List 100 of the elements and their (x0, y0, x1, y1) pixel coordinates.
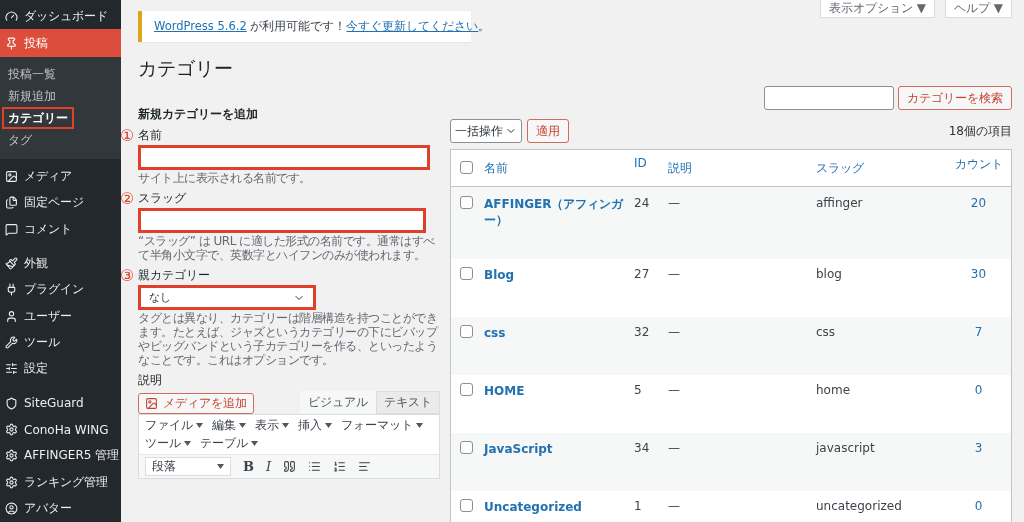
add-media-button[interactable]: メディアを追加 (138, 393, 254, 414)
sidebar-item[interactable]: 固定ページ (0, 189, 121, 216)
help-text: タグとは異なり、カテゴリーは階層構造を持つことができます。たとえば、ジャズというカテゴリーの下にビバップやビッグバンドという子カテゴリーを作る、といったようなことです。これはオプションです。 (138, 311, 439, 367)
quote-icon[interactable] (283, 460, 297, 473)
bulk-action-select[interactable]: 一括操作 (450, 119, 522, 143)
numbered-list-icon[interactable] (333, 460, 347, 473)
category-name-link[interactable]: HOME (484, 383, 634, 399)
help-text: “スラッグ” は URL に適した形式の名前です。通常はすべて半角小文字で、英数字とハイフンのみが使われます。 (138, 234, 436, 262)
table-cell-text: javascript (816, 441, 876, 455)
caret-icon (416, 423, 423, 428)
sidebar-item[interactable]: ランキング管理 (0, 469, 121, 496)
apply-button[interactable]: 適用 (527, 119, 569, 143)
parent-category-select[interactable]: なし (138, 285, 316, 310)
sidebar-item[interactable]: 外観 (0, 250, 121, 277)
menu-icon (5, 396, 18, 410)
column-header[interactable]: カウント (946, 156, 1011, 173)
count-link[interactable]: 30 (946, 267, 1011, 281)
table-cell-text: 24 (634, 196, 651, 210)
submenu-item[interactable]: タグ (2, 129, 38, 152)
menu-icon (5, 169, 18, 183)
count-link[interactable]: 7 (946, 325, 1011, 339)
menu-icon (5, 449, 18, 463)
column-header[interactable]: スラッグ (816, 156, 946, 177)
update-link[interactable]: 今すぐ更新してください (346, 19, 479, 33)
table-cell-text: — (668, 325, 681, 339)
column-header[interactable]: ID (634, 156, 668, 170)
editor-menu[interactable]: テーブル (200, 435, 258, 452)
count-link[interactable]: 0 (946, 499, 1011, 513)
caret-icon (251, 441, 258, 446)
italic-button[interactable]: I (266, 459, 272, 474)
editor-menu[interactable]: 編集 (212, 417, 246, 434)
row-checkbox[interactable] (460, 325, 473, 338)
sidebar-item[interactable]: プラグイン (0, 276, 121, 303)
category-name-link[interactable]: css (484, 325, 634, 341)
caret-icon (217, 464, 224, 469)
editor-menu[interactable]: ファイル (145, 417, 203, 434)
sidebar-item[interactable]: ユーザー (0, 303, 121, 330)
submenu-item[interactable]: 新規追加 (2, 85, 62, 108)
sidebar-item[interactable]: アバター (0, 495, 121, 522)
screen-tab-button[interactable]: ヘルプ ▼ (944, 0, 1012, 18)
input-field[interactable] (138, 208, 426, 233)
submenu-item[interactable]: カテゴリー (2, 107, 74, 130)
row-checkbox[interactable] (460, 441, 473, 454)
category-name-link[interactable]: Uncategorized (484, 499, 634, 515)
search-field[interactable] (764, 86, 894, 110)
menu-icon (5, 222, 18, 236)
editor-menu[interactable]: フォーマット (341, 417, 423, 434)
menu-icon (5, 9, 18, 23)
field-label: 親カテゴリー (138, 267, 210, 284)
search-button[interactable]: カテゴリーを検索 (898, 86, 1012, 110)
table-cell-text: blog (816, 267, 843, 281)
row-checkbox[interactable] (460, 499, 473, 512)
sidebar-item[interactable]: メディア (0, 163, 121, 190)
count-link[interactable]: 0 (946, 383, 1011, 397)
table-cell-text: — (668, 267, 681, 281)
align-left-icon[interactable] (358, 460, 372, 473)
annotation-number: ① (120, 128, 136, 144)
row-checkbox[interactable] (460, 267, 473, 280)
bulleted-list-icon[interactable] (308, 460, 322, 473)
category-name-link[interactable]: AFFINGER（アフィンガー） (484, 196, 634, 228)
editor-menu[interactable]: 挿入 (298, 417, 332, 434)
notice-text: 。 (478, 19, 491, 33)
sidebar-item[interactable]: 投稿 (0, 29, 121, 58)
sidebar-item[interactable]: ダッシュボード (0, 3, 121, 30)
version-link[interactable]: WordPress 5.6.2 (154, 19, 247, 33)
sidebar-item[interactable]: ツール (0, 329, 121, 356)
input-field[interactable] (138, 145, 430, 170)
table-cell-text: css (816, 325, 837, 339)
sidebar-item[interactable]: ConoHa WING (0, 416, 121, 443)
submenu-item[interactable]: 投稿一覧 (2, 63, 62, 86)
editor-tab[interactable]: テキスト (376, 391, 440, 414)
row-checkbox[interactable] (460, 196, 473, 209)
sidebar-item[interactable]: コメント (0, 215, 121, 243)
category-name-link[interactable]: Blog (484, 267, 634, 283)
column-header[interactable]: 説明 (668, 156, 816, 177)
menu-icon (5, 196, 18, 210)
field-label: スラッグ (138, 190, 186, 207)
sidebar-item[interactable]: SiteGuard (0, 390, 121, 417)
caret-icon (239, 423, 246, 428)
sidebar-item[interactable]: AFFINGER5 管理 (0, 442, 121, 470)
editor-tab[interactable]: ビジュアル (300, 391, 376, 414)
column-header[interactable]: 名前 (484, 156, 634, 177)
block-format-select[interactable]: 段落 (145, 457, 231, 476)
menu-icon (5, 362, 18, 376)
bold-button[interactable]: B (243, 459, 254, 474)
screen-tab-button[interactable]: 表示オプション ▼ (819, 0, 935, 18)
table-cell-text: home (816, 383, 852, 397)
row-checkbox[interactable] (460, 383, 473, 396)
annotation-number: ③ (120, 268, 136, 284)
menu-icon (5, 502, 18, 516)
field-label: 名前 (138, 127, 162, 144)
table-cell-text: — (668, 499, 681, 513)
count-link[interactable]: 20 (946, 196, 1011, 210)
category-name-link[interactable]: JavaScript (484, 441, 634, 457)
sidebar-item[interactable]: 設定 (0, 355, 121, 383)
select-all-checkbox[interactable] (460, 161, 473, 174)
table-cell-text: 27 (634, 267, 651, 281)
editor-menu[interactable]: ツール (145, 435, 191, 452)
count-link[interactable]: 3 (946, 441, 1011, 455)
editor-menu[interactable]: 表示 (255, 417, 289, 434)
